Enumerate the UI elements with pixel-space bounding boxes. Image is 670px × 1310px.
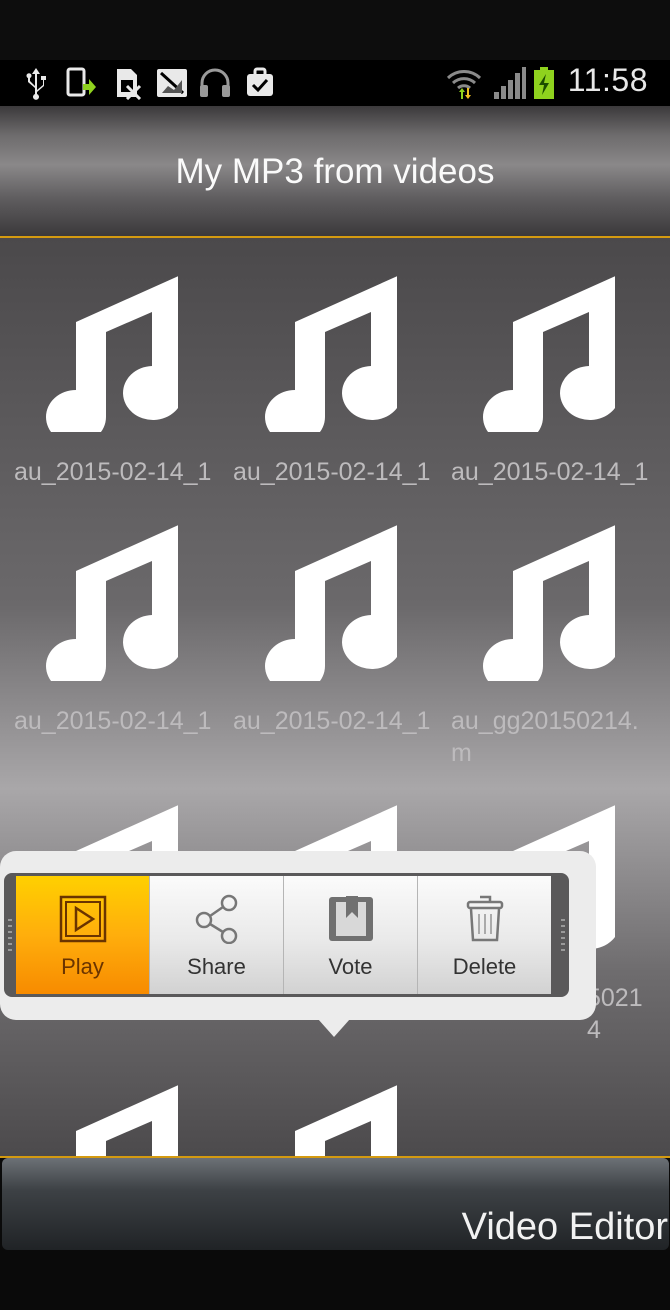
grid-item-name: au_2015-02-14_1: [233, 458, 431, 486]
grid-item-name: au_2015-02-14_1: [233, 707, 431, 735]
grid-item[interactable]: [0, 1047, 220, 1156]
share-button[interactable]: Share: [150, 876, 284, 994]
page-title: My MP3 from videos: [175, 152, 495, 191]
usb-icon: [24, 66, 48, 100]
music-note-icon: [295, 1085, 397, 1156]
sim-icon: [113, 66, 143, 100]
share-icon: [195, 894, 238, 944]
video-editor-button[interactable]: Video Editor: [462, 1206, 668, 1249]
task-done-icon: [245, 66, 275, 100]
music-note-icon: [265, 276, 397, 432]
headset-icon: [198, 66, 232, 100]
grid-item-name: au_2015-02-14_1: [14, 458, 212, 486]
grid-item[interactable]: au_gg20150214.m: [437, 487, 657, 767]
music-note-icon: [46, 276, 178, 432]
left-grip: [4, 873, 16, 997]
music-note-icon: [483, 276, 615, 432]
screenshot-icon: [65, 66, 97, 100]
music-note-icon: [76, 1085, 178, 1156]
wifi-icon: [446, 66, 482, 100]
top-system-band: [0, 0, 670, 60]
music-note-icon: [46, 525, 178, 681]
music-note-icon: [483, 525, 615, 681]
grid-item[interactable]: au_2015-02-14_1: [219, 238, 439, 498]
grid-item[interactable]: au_2015-02-14_1: [437, 238, 657, 498]
no-signal-icon: [156, 66, 188, 100]
trash-icon: [466, 895, 504, 942]
music-note-icon: [265, 525, 397, 681]
status-clock: 11:58: [567, 62, 648, 98]
grid-item[interactable]: au_2015-02-14_1: [219, 487, 439, 747]
grid-item-name: au_2015-02-14_1: [14, 707, 212, 735]
play-button[interactable]: Play: [16, 876, 150, 994]
grid-item-name: au_2015-02-14_1: [451, 458, 649, 486]
grid-item[interactable]: au_2015-02-14_1: [0, 238, 220, 498]
popup-pointer: [318, 1019, 350, 1037]
vote-icon: [329, 896, 373, 941]
delete-label: Delete: [452, 954, 517, 979]
grid-item-name: au_gg20150214.m: [451, 707, 639, 767]
vote-button[interactable]: Vote: [284, 876, 418, 994]
signal-icon: [492, 66, 526, 100]
right-grip: [557, 873, 569, 997]
vote-label: Vote: [328, 954, 373, 979]
play-icon: [59, 895, 107, 943]
share-label: Share: [187, 954, 246, 979]
delete-button[interactable]: Delete: [418, 876, 551, 994]
play-label: Play: [61, 954, 104, 979]
grid-item[interactable]: au_2015-02-14_1: [0, 487, 220, 747]
grid-item[interactable]: [219, 1047, 439, 1156]
battery-icon: [532, 66, 556, 100]
grid-item-name: 5021 4: [587, 984, 643, 1044]
